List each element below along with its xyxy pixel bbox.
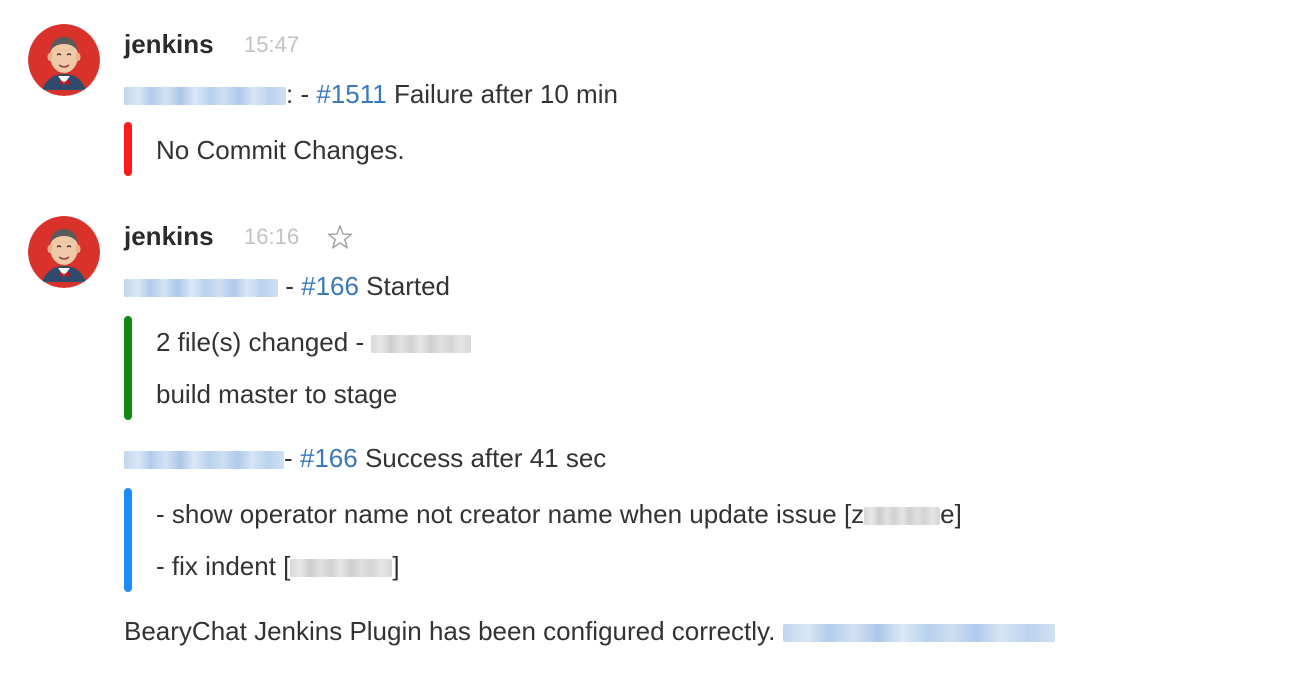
jenkins-butler-icon	[28, 216, 100, 288]
separator: -	[293, 79, 317, 109]
jenkins-avatar[interactable]	[28, 216, 100, 288]
redacted-url-link[interactable]	[782, 624, 1055, 642]
commit-suffix: e]	[940, 499, 962, 529]
attachment-text: 2 file(s) changed -	[156, 326, 472, 358]
build-link[interactable]: #166	[301, 271, 359, 301]
build-status-text: Failure after 10 min	[386, 79, 618, 109]
build-status-text: Started	[358, 271, 451, 301]
footer-text: BearyChat Jenkins Plugin has been config…	[124, 616, 783, 646]
build-status-line: - #166 Success after 41 sec	[124, 442, 606, 474]
files-changed-text: 2 file(s) changed -	[156, 327, 372, 357]
jenkins-avatar[interactable]	[28, 24, 100, 96]
build-link[interactable]: #166	[300, 443, 358, 473]
build-status-line: : - #1511 Failure after 10 min	[124, 78, 618, 110]
commit-message: - fix indent [	[156, 551, 291, 581]
build-status-line: - #166 Started	[124, 270, 450, 302]
message-timestamp[interactable]: 16:16	[244, 222, 299, 252]
sender-name[interactable]: jenkins	[124, 29, 214, 59]
message-timestamp[interactable]: 15:47	[244, 30, 299, 60]
separator: -	[278, 271, 302, 301]
redacted-job-name[interactable]	[124, 279, 278, 297]
commit-suffix: ]	[392, 551, 400, 581]
star-outline-icon[interactable]	[327, 224, 353, 250]
attachment-text: - fix indent []	[156, 550, 400, 582]
attachment-color-bar	[124, 316, 132, 420]
redacted-author	[371, 335, 472, 353]
redacted-author	[290, 559, 393, 577]
attachment-color-bar	[124, 122, 132, 176]
sender-name[interactable]: jenkins	[124, 221, 214, 251]
build-status-text: Success after 41 sec	[357, 443, 607, 473]
attachment-text: - show operator name not creator name wh…	[156, 498, 962, 530]
redacted-author	[864, 507, 941, 525]
attachment-text: No Commit Changes.	[156, 135, 405, 165]
redacted-job-name[interactable]	[124, 87, 286, 105]
jenkins-butler-icon	[28, 24, 100, 96]
plugin-configured-line: BearyChat Jenkins Plugin has been config…	[124, 615, 1055, 647]
separator: -	[284, 443, 300, 473]
attachment-text: build master to stage	[156, 379, 398, 409]
commit-message: - show operator name not creator name wh…	[156, 499, 865, 529]
redacted-job-name[interactable]	[124, 451, 284, 469]
build-link[interactable]: #1511	[316, 79, 386, 109]
attachment-color-bar	[124, 488, 132, 592]
